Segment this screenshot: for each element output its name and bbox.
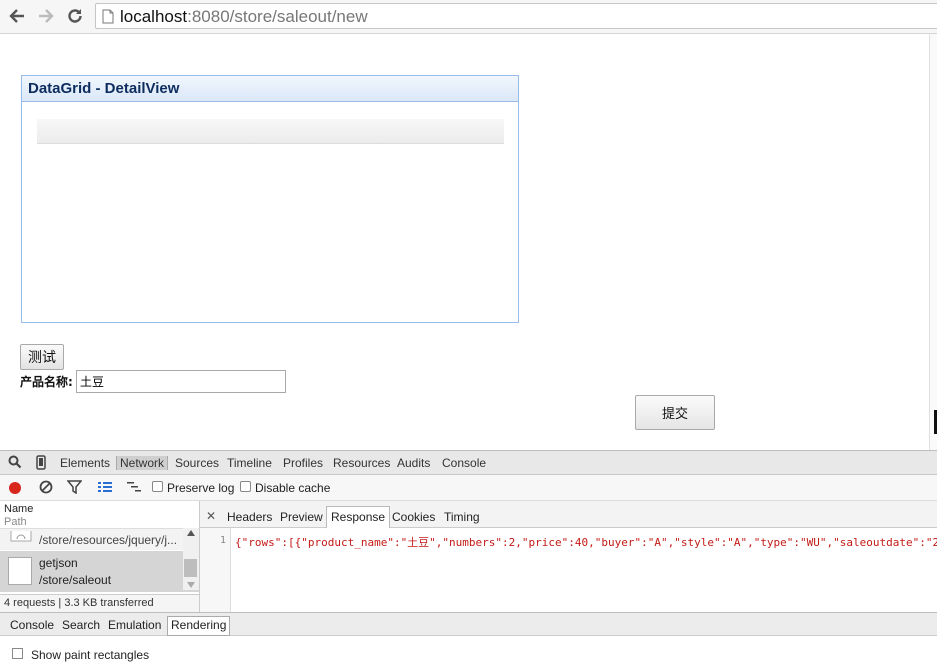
forward-button[interactable] <box>35 5 57 27</box>
drawer-tab-emulation[interactable]: Emulation <box>108 618 161 632</box>
panel-title: DataGrid - DetailView <box>28 80 180 97</box>
url-path: :8080/store/saleout/new <box>187 7 368 26</box>
tab-audits[interactable]: Audits <box>397 456 430 470</box>
preserve-log-checkbox[interactable] <box>152 481 163 492</box>
clear-icon[interactable] <box>39 480 53 494</box>
tab-elements[interactable]: Elements <box>60 456 110 470</box>
request-list-scrollbar[interactable] <box>183 528 199 590</box>
page-scrollbar[interactable] <box>929 34 937 450</box>
reload-icon <box>68 9 82 23</box>
scroll-thumb[interactable] <box>184 559 197 577</box>
drawer-body: Show paint rectangles <box>0 636 937 662</box>
inspect-search-icon[interactable] <box>8 455 22 469</box>
column-name: Name <box>4 503 34 515</box>
devtools-tabbar: Elements Network Sources Timeline Profil… <box>0 450 937 475</box>
detail-tabbar: ✕ Headers Preview Response Cookies Timin… <box>200 501 937 528</box>
url-text: localhost:8080/store/saleout/new <box>120 7 368 27</box>
datagrid-header <box>37 119 504 144</box>
tab-cookies[interactable]: Cookies <box>392 510 435 524</box>
tab-sources[interactable]: Sources <box>175 456 219 470</box>
request-name: getjson <box>39 556 78 570</box>
scroll-up-icon[interactable] <box>187 530 195 536</box>
datagrid-panel: DataGrid - DetailView <box>21 75 519 323</box>
loading-file-icon <box>10 531 32 542</box>
network-summary: 4 requests | 3.3 KB transferred <box>0 594 199 613</box>
request-path: /store/saleout <box>39 573 112 587</box>
page-icon <box>102 9 114 24</box>
drawer-tab-rendering[interactable]: Rendering <box>167 616 231 636</box>
close-icon[interactable]: ✕ <box>206 509 216 523</box>
file-icon <box>8 557 32 585</box>
show-paint-checkbox[interactable] <box>12 648 23 659</box>
browser-toolbar: localhost:8080/store/saleout/new <box>0 0 937 34</box>
tab-profiles[interactable]: Profiles <box>283 456 323 470</box>
network-toolbar: Preserve log Disable cache <box>0 475 937 501</box>
tab-console[interactable]: Console <box>442 456 486 470</box>
request-row[interactable]: /store/resources/jquery/j... <box>0 528 199 550</box>
back-arrow-icon <box>9 9 24 23</box>
line-number: 1 <box>220 535 227 546</box>
record-icon[interactable] <box>9 482 21 494</box>
device-mode-icon[interactable] <box>36 455 46 470</box>
preserve-log-label: Preserve log <box>167 481 235 495</box>
test-button[interactable]: 测试 <box>20 344 64 370</box>
drawer-tab-search[interactable]: Search <box>62 618 100 632</box>
disable-cache-label: Disable cache <box>255 481 331 495</box>
reload-button[interactable] <box>64 5 86 27</box>
back-button[interactable] <box>6 5 28 27</box>
tab-resources[interactable]: Resources <box>333 456 390 470</box>
tab-timeline[interactable]: Timeline <box>227 456 272 470</box>
devtools-panel: Elements Network Sources Timeline Profil… <box>0 450 937 662</box>
line-gutter: 1 <box>200 528 231 612</box>
drawer-tabbar: Console Search Emulation Rendering <box>0 612 937 636</box>
tab-network[interactable]: Network <box>116 456 169 470</box>
tab-preview[interactable]: Preview <box>280 510 323 524</box>
show-paint-label: Show paint rectangles <box>31 648 150 662</box>
tab-response[interactable]: Response <box>326 506 391 528</box>
filter-icon[interactable] <box>67 480 82 494</box>
address-bar[interactable]: localhost:8080/store/saleout/new <box>95 3 937 29</box>
request-list: Name Path /store/resources/jquery/j... g… <box>0 501 200 613</box>
response-body: {"rows":[{"product_name":"土豆","numbers":… <box>235 536 937 549</box>
column-header[interactable]: Name Path <box>4 503 33 529</box>
tab-headers[interactable]: Headers <box>227 510 272 524</box>
list-view-icon[interactable] <box>97 480 113 494</box>
response-viewer[interactable]: 1 {"rows":[{"product_name":"土豆","numbers… <box>200 528 937 612</box>
product-name-input[interactable] <box>76 370 286 393</box>
drawer-tab-console[interactable]: Console <box>10 618 54 632</box>
scroll-down-icon[interactable] <box>187 582 195 588</box>
request-row-selected[interactable]: getjson /store/saleout <box>0 551 199 592</box>
submit-button[interactable]: 提交 <box>635 395 715 430</box>
panel-header: DataGrid - DetailView <box>22 76 518 102</box>
tab-timing[interactable]: Timing <box>444 510 480 524</box>
disable-cache-checkbox[interactable] <box>240 481 251 492</box>
request-path: /store/resources/jquery/j... <box>39 533 178 547</box>
forward-arrow-icon <box>39 9 54 23</box>
overview-icon[interactable] <box>126 480 142 494</box>
product-name-label: 产品名称: <box>20 375 73 389</box>
url-host: localhost <box>120 7 188 26</box>
